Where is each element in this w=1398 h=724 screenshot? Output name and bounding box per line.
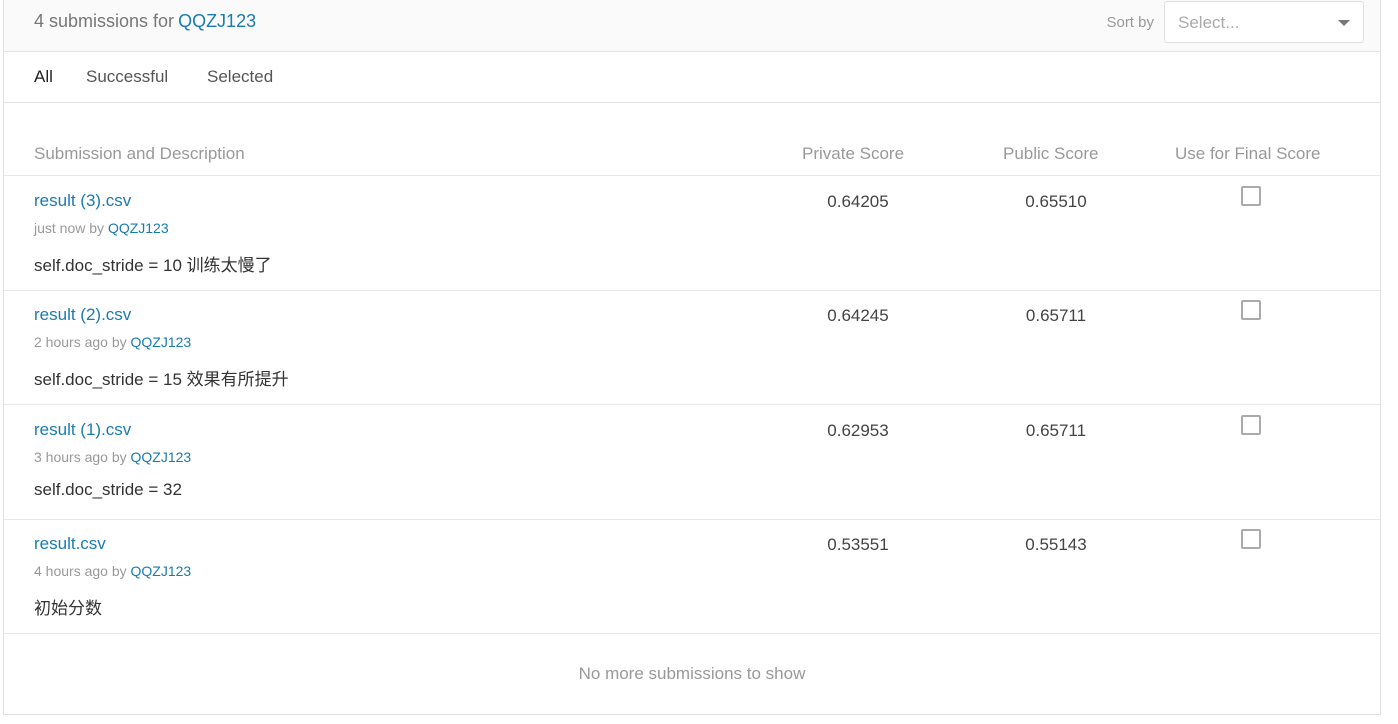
submission-row: result (1).csv 3 hours ago by QQZJ123 se… [4,405,1380,520]
submission-file-link[interactable]: result (2).csv [34,305,131,325]
submission-user-link[interactable]: QQZJ123 [131,563,192,579]
submission-by: by [111,334,127,350]
no-more-submissions-text: No more submissions to show [578,664,806,683]
submission-meta: just now by QQZJ123 [34,220,169,236]
submission-row: result (3).csv just now by QQZJ123 self.… [4,176,1380,291]
column-header-public-score: Public Score [1003,144,1099,163]
chevron-down-icon [1338,20,1350,26]
submission-description: self.doc_stride = 10 训练太慢了 [34,256,272,275]
private-score: 0.64245 [827,306,889,325]
submission-meta: 4 hours ago by QQZJ123 [34,563,191,579]
sort-by-label: Sort by [1106,14,1154,31]
submission-file-link[interactable]: result (3).csv [34,191,131,211]
column-header-submission: Submission and Description [34,144,245,163]
submission-user-link[interactable]: QQZJ123 [131,449,192,465]
submission-user-link[interactable]: QQZJ123 [108,220,169,236]
sort-select-placeholder: Select... [1178,13,1240,32]
header-user-link[interactable]: QQZJ123 [178,11,256,31]
submission-description: 初始分数 [34,599,102,618]
column-header-final-score: Use for Final Score [1175,144,1321,163]
private-score: 0.53551 [827,535,889,554]
public-score: 0.55143 [1025,535,1087,554]
submission-description: self.doc_stride = 15 效果有所提升 [34,370,289,389]
tab-all[interactable]: All [34,67,53,87]
submission-row: result.csv 4 hours ago by QQZJ123 初始分数 0… [4,519,1380,634]
submissions-panel: 4 submissions for QQZJ123 Sort by Select.… [3,0,1381,715]
private-score: 0.64205 [827,192,889,211]
submission-time: 4 hours ago [34,563,108,579]
submission-time: just now [34,220,86,236]
tab-successful[interactable]: Successful [86,67,168,87]
submission-by: by [111,563,127,579]
submission-file-link[interactable]: result.csv [34,534,106,554]
column-header-private-score: Private Score [802,144,905,163]
submissions-title: 4 submissions for QQZJ123 [34,11,256,32]
submission-row: result (2).csv 2 hours ago by QQZJ123 se… [4,290,1380,405]
submission-user-link[interactable]: QQZJ123 [131,334,192,350]
submission-tabs: All Successful Selected [4,52,1380,103]
public-score: 0.65711 [1025,421,1087,440]
submission-by: by [89,220,105,236]
submission-meta: 2 hours ago by QQZJ123 [34,334,191,350]
public-score: 0.65510 [1025,192,1087,211]
submission-by: by [111,449,127,465]
submission-description: self.doc_stride = 32 [34,480,182,499]
final-score-checkbox[interactable] [1241,186,1261,206]
final-score-checkbox[interactable] [1241,529,1261,549]
submissions-count: 4 submissions for [34,11,175,31]
public-score: 0.65711 [1025,306,1087,325]
final-score-checkbox[interactable] [1241,415,1261,435]
tab-selected[interactable]: Selected [207,67,273,87]
submission-time: 2 hours ago [34,334,108,350]
submission-meta: 3 hours ago by QQZJ123 [34,449,191,465]
sort-by-select[interactable]: Select... [1164,1,1364,43]
final-score-checkbox[interactable] [1241,300,1261,320]
submissions-header: 4 submissions for QQZJ123 Sort by Select.… [4,0,1380,52]
submission-file-link[interactable]: result (1).csv [34,420,131,440]
private-score: 0.62953 [827,421,889,440]
submission-time: 3 hours ago [34,449,108,465]
